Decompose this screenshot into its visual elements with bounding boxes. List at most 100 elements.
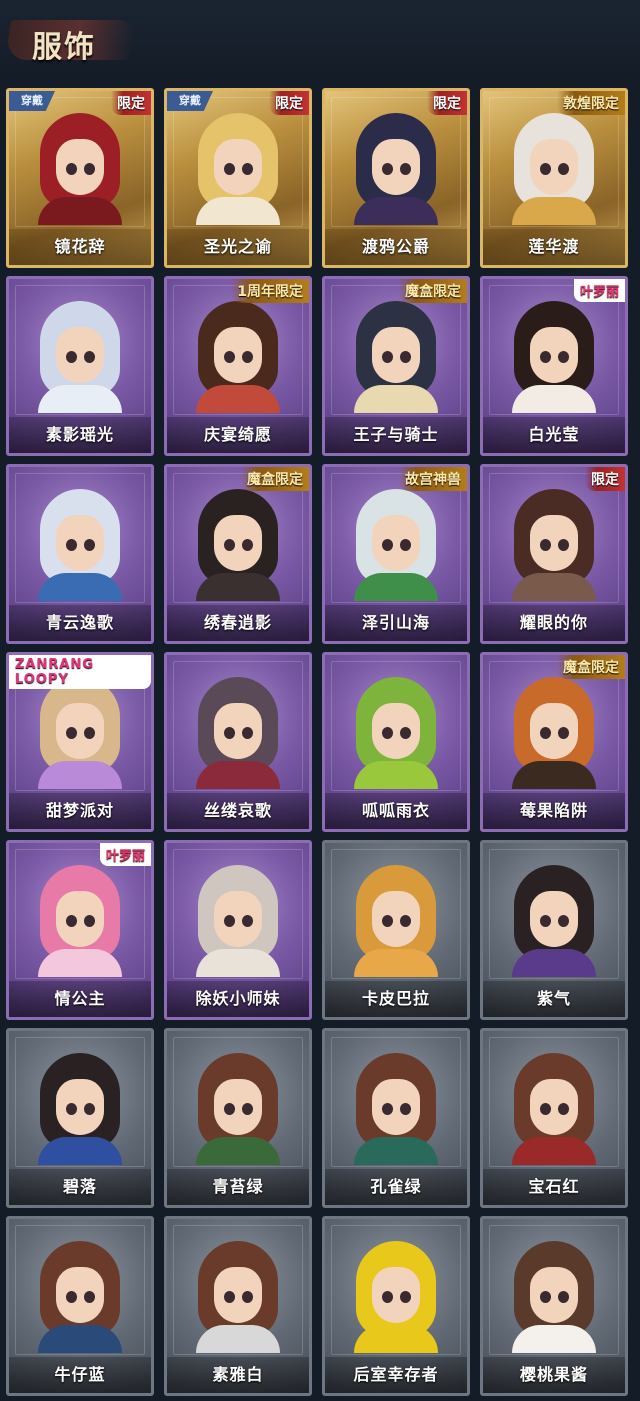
- portrait-eye: [242, 915, 253, 927]
- portrait-eye: [558, 915, 569, 927]
- character-portrait: [34, 113, 126, 225]
- outfit-card[interactable]: 魔盒限定 王子与骑士: [322, 276, 470, 456]
- character-portrait: [34, 1053, 126, 1165]
- character-portrait: [508, 489, 600, 601]
- portrait-eye: [84, 1291, 95, 1303]
- outfit-name: 樱桃果酱: [519, 1365, 588, 1384]
- portrait-eye: [382, 163, 393, 175]
- character-portrait: [34, 1241, 126, 1353]
- limited-tag: 限定: [585, 467, 625, 491]
- outfit-card[interactable]: 后室幸存者: [322, 1216, 470, 1396]
- portrait-body: [196, 573, 280, 601]
- outfit-name: 丝缕哀歌: [203, 801, 272, 820]
- portrait-eye: [84, 539, 95, 551]
- portrait-face: [372, 1267, 420, 1323]
- portrait-eye: [400, 1103, 411, 1115]
- outfit-card[interactable]: 限定 穿戴 圣光之谕: [164, 88, 312, 268]
- portrait-face: [372, 327, 420, 383]
- portrait-eye: [224, 1291, 235, 1303]
- portrait-body: [196, 385, 280, 413]
- outfit-card[interactable]: 樱桃果酱: [480, 1216, 628, 1396]
- portrait-body: [196, 197, 280, 225]
- outfit-card[interactable]: 魔盒限定 莓果陷阱: [480, 652, 628, 832]
- outfit-card[interactable]: 牛仔蓝: [6, 1216, 154, 1396]
- outfit-card[interactable]: 孔雀绿: [322, 1028, 470, 1208]
- outfit-card[interactable]: 碧落: [6, 1028, 154, 1208]
- outfit-name: 白光莹: [528, 425, 580, 444]
- outfit-card[interactable]: 叶罗丽 情公主: [6, 840, 154, 1020]
- portrait-face: [372, 703, 420, 759]
- portrait-eye: [540, 1103, 551, 1115]
- outfit-card[interactable]: 呱呱雨衣: [322, 652, 470, 832]
- outfit-name: 青苔绿: [212, 1177, 264, 1196]
- portrait-eye: [540, 539, 551, 551]
- portrait-eye: [242, 539, 253, 551]
- character-portrait: [350, 1053, 442, 1165]
- outfit-name: 后室幸存者: [353, 1365, 439, 1384]
- portrait-eye: [84, 727, 95, 739]
- outfit-name: 情公主: [54, 989, 106, 1008]
- outfit-card[interactable]: 叶罗丽 白光莹: [480, 276, 628, 456]
- outfit-name: 渡鸦公爵: [361, 237, 430, 256]
- portrait-body: [196, 1325, 280, 1353]
- outfit-name: 呱呱雨衣: [361, 801, 430, 820]
- outfit-name: 圣光之谕: [203, 237, 272, 256]
- outfit-card[interactable]: ZANRANG LOOPY 甜梦派对: [6, 652, 154, 832]
- portrait-eye: [242, 351, 253, 363]
- outfit-card[interactable]: 魔盒限定 绣春逍影: [164, 464, 312, 644]
- outfit-card[interactable]: 素雅白: [164, 1216, 312, 1396]
- outfit-name: 牛仔蓝: [54, 1365, 106, 1384]
- portrait-body: [38, 573, 122, 601]
- outfit-name: 青云逸歌: [45, 613, 114, 632]
- outfit-card[interactable]: 青云逸歌: [6, 464, 154, 644]
- limited-tag: 故宫神兽: [399, 467, 467, 491]
- portrait-eye: [400, 539, 411, 551]
- portrait-eye: [242, 163, 253, 175]
- outfit-card[interactable]: 紫气: [480, 840, 628, 1020]
- portrait-face: [530, 1079, 578, 1135]
- portrait-eye: [66, 539, 77, 551]
- outfit-name: 镜花辞: [54, 237, 106, 256]
- outfit-card[interactable]: 故宫神兽 泽引山海: [322, 464, 470, 644]
- portrait-face: [214, 327, 262, 383]
- portrait-body: [512, 1137, 596, 1165]
- outfit-card[interactable]: 丝缕哀歌: [164, 652, 312, 832]
- outfit-card[interactable]: 除妖小师妹: [164, 840, 312, 1020]
- portrait-eye: [558, 539, 569, 551]
- outfit-card[interactable]: 敦煌限定 莲华渡: [480, 88, 628, 268]
- portrait-body: [354, 949, 438, 977]
- limited-tag: 魔盒限定: [241, 467, 309, 491]
- portrait-eye: [242, 727, 253, 739]
- character-portrait: [508, 1053, 600, 1165]
- outfit-card[interactable]: 限定 穿戴 镜花辞: [6, 88, 154, 268]
- outfit-card[interactable]: 青苔绿: [164, 1028, 312, 1208]
- outfit-card[interactable]: 宝石红: [480, 1028, 628, 1208]
- portrait-face: [372, 1079, 420, 1135]
- character-portrait: [192, 1053, 284, 1165]
- outfit-card[interactable]: 限定 耀眼的你: [480, 464, 628, 644]
- portrait-eye: [66, 1103, 77, 1115]
- portrait-face: [214, 891, 262, 947]
- outfit-name: 宝石红: [528, 1177, 580, 1196]
- portrait-face: [530, 515, 578, 571]
- outfit-card[interactable]: 卡皮巴拉: [322, 840, 470, 1020]
- portrait-eye: [382, 727, 393, 739]
- portrait-eye: [224, 539, 235, 551]
- outfit-card[interactable]: 限定 渡鸦公爵: [322, 88, 470, 268]
- portrait-eye: [224, 1103, 235, 1115]
- outfit-name: 莓果陷阱: [519, 801, 588, 820]
- portrait-eye: [382, 351, 393, 363]
- character-portrait: [192, 301, 284, 413]
- portrait-body: [196, 761, 280, 789]
- portrait-face: [530, 891, 578, 947]
- portrait-eye: [66, 727, 77, 739]
- outfit-card[interactable]: 1周年限定 庆宴绮愿: [164, 276, 312, 456]
- outfit-name: 卡皮巴拉: [361, 989, 430, 1008]
- outfit-card[interactable]: 素影瑶光: [6, 276, 154, 456]
- portrait-body: [354, 1325, 438, 1353]
- portrait-eye: [400, 915, 411, 927]
- character-portrait: [350, 1241, 442, 1353]
- character-portrait: [508, 865, 600, 977]
- portrait-face: [214, 1267, 262, 1323]
- limited-tag: 敦煌限定: [557, 91, 625, 115]
